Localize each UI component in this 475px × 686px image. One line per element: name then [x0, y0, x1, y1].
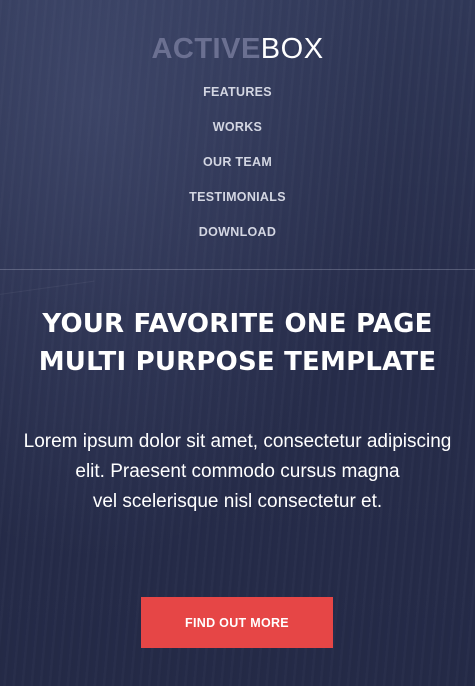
hero-title-line-1: YOUR FAVORITE ONE PAGE: [42, 309, 433, 339]
nav-link-testimonials[interactable]: TESTIMONIALS: [189, 187, 286, 207]
hero-title-line-2: MULTI PURPOSE TEMPLATE: [38, 347, 437, 377]
hero-description-line-1: Lorem ipsum dolor sit amet, consectetur …: [23, 431, 452, 452]
nav-link-download[interactable]: DOWNLOAD: [199, 222, 276, 242]
hero-description-line-2: elit. Praesent commodo cursus magna: [75, 461, 400, 482]
hero-title: YOUR FAVORITE ONE PAGE MULTI PURPOSE TEM…: [0, 305, 475, 381]
nav-item-download: DOWNLOAD: [0, 222, 475, 257]
header-divider: [0, 269, 475, 270]
nav-link-works[interactable]: WORKS: [213, 117, 262, 137]
nav-item-works: WORKS: [0, 117, 475, 152]
main-nav: FEATURES WORKS OUR TEAM TESTIMONIALS DOW…: [0, 82, 475, 257]
nav-link-features[interactable]: FEATURES: [203, 82, 272, 102]
nav-link-our-team[interactable]: OUR TEAM: [203, 152, 272, 172]
site-header: ACTIVEBOX FEATURES WORKS OUR TEAM TESTIM…: [0, 0, 475, 269]
logo[interactable]: ACTIVEBOX: [0, 32, 475, 66]
hero-description: Lorem ipsum dolor sit amet, consectetur …: [0, 427, 475, 517]
nav-item-testimonials: TESTIMONIALS: [0, 187, 475, 222]
hero-description-line-3: vel scelerisque nisl consectetur et.: [92, 491, 383, 512]
logo-bold-text: ACTIVE: [151, 33, 261, 65]
logo-light-text: BOX: [260, 33, 324, 65]
nav-item-features: FEATURES: [0, 82, 475, 117]
find-out-more-button[interactable]: FIND OUT MORE: [141, 597, 333, 648]
nav-item-our-team: OUR TEAM: [0, 152, 475, 187]
